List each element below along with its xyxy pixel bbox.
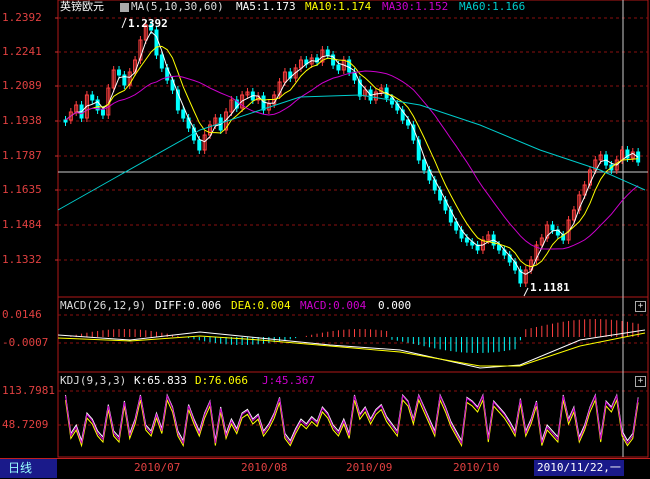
- kdj-d-line: [65, 398, 639, 448]
- ma60-value: MA60:1.166: [459, 0, 526, 13]
- candle-body: [154, 29, 159, 56]
- period-tab-daily[interactable]: 日线: [0, 459, 57, 478]
- kdj-j: J:45.367: [262, 374, 315, 387]
- kdj-k: K:65.833: [134, 374, 187, 387]
- candle-body: [100, 109, 105, 116]
- candle-body: [497, 244, 501, 251]
- ma5-line: [65, 30, 639, 275]
- high-marker: 1.2392: [128, 17, 168, 30]
- date-label: 2010/09: [346, 461, 393, 474]
- date-label: 2010/08: [241, 461, 288, 474]
- candle-body: [197, 139, 202, 151]
- low-marker-arrow: [523, 287, 529, 297]
- candle-body: [63, 119, 68, 123]
- ma-params: MA(5,10,30,60): [120, 1, 224, 13]
- ma60-line: [57, 94, 646, 211]
- candle-body: [325, 49, 330, 56]
- macd-dea: DEA:0.004: [231, 299, 291, 312]
- candle-body: [90, 94, 95, 101]
- candle-body: [181, 109, 186, 119]
- macd-expand-button[interactable]: +: [635, 301, 646, 312]
- candle-body: [422, 159, 427, 171]
- date-label: 2010/10: [453, 461, 500, 474]
- candle-body: [159, 54, 164, 69]
- ma-icon: [120, 2, 129, 12]
- ma30-value: MA30:1.152: [382, 0, 449, 13]
- candle-body: [464, 237, 469, 243]
- macd-params: MACD(26,12,9): [60, 299, 147, 312]
- y-tick: 1.1484: [2, 218, 42, 231]
- y-tick: 1.1938: [2, 114, 42, 127]
- macd-diff: DIFF:0.006: [155, 299, 222, 312]
- chart-canvas[interactable]: [0, 0, 650, 478]
- y-tick: 1.2392: [2, 11, 42, 24]
- candle-body: [117, 69, 122, 76]
- date-label: 2010/07: [134, 461, 181, 474]
- kdj-expand-button[interactable]: +: [635, 376, 646, 387]
- macd-extra: 0.000: [378, 299, 412, 312]
- candle-body: [336, 64, 341, 71]
- macd-y-tick: 0.0146: [2, 308, 42, 321]
- kdj-d: D:76.066: [195, 374, 248, 387]
- cursor-date: 2010/11/22,一: [534, 460, 624, 476]
- kdj-params: KDJ(9,3,3): [60, 374, 127, 387]
- y-tick: 1.1787: [2, 149, 42, 162]
- kdj-y-tick: 113.7981: [2, 384, 55, 397]
- y-tick: 1.2089: [2, 79, 42, 92]
- ma5-value: MA5:1.173: [236, 0, 296, 13]
- macd-value: MACD:0.004: [300, 299, 367, 312]
- ma10-value: MA10:1.174: [305, 0, 372, 13]
- y-tick: 1.1332: [2, 253, 42, 266]
- low-marker: 1.1181: [530, 281, 570, 294]
- macd-y-tick: -0.0007: [2, 336, 49, 349]
- candle-body: [550, 224, 555, 231]
- y-tick: 1.2241: [2, 45, 42, 58]
- kdj-y-tick: 48.7209: [2, 418, 49, 431]
- candle-body: [261, 95, 266, 111]
- high-marker-arrow: [121, 17, 127, 29]
- chart-frame: [57, 0, 649, 458]
- y-tick: 1.1635: [2, 183, 42, 196]
- symbol-name: 英镑欧元: [60, 0, 104, 13]
